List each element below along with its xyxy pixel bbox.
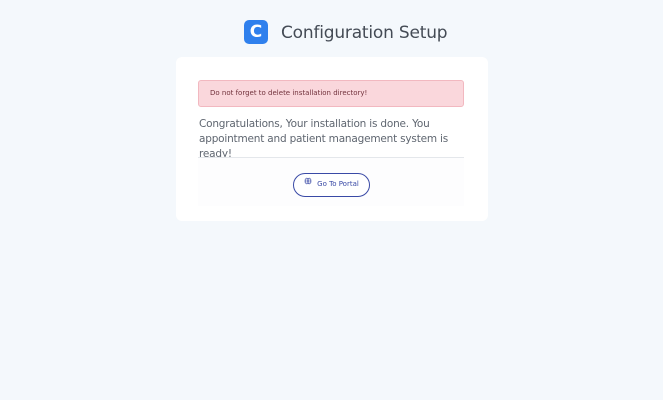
- app-logo: C: [244, 20, 268, 44]
- globe-icon: [304, 173, 312, 194]
- page-title: Configuration Setup: [281, 23, 448, 43]
- page-header: C Configuration Setup: [0, 20, 663, 46]
- setup-card: Do not forget to delete installation dir…: [176, 57, 488, 221]
- warning-alert: Do not forget to delete installation dir…: [198, 80, 464, 107]
- success-message: Congratulations, Your installation is do…: [199, 118, 449, 160]
- go-to-portal-label: Go To Portal: [317, 180, 359, 188]
- go-to-portal-button[interactable]: Go To Portal: [293, 173, 370, 197]
